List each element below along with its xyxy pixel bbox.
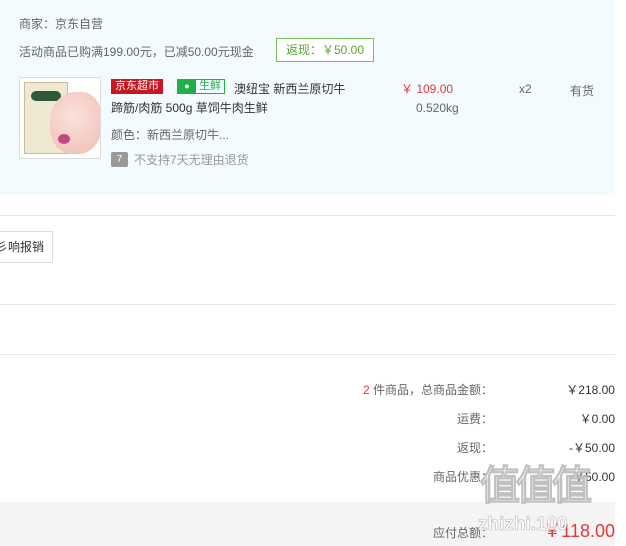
summary-shipping-row: 运费： ￥0.00 [0, 410, 615, 430]
discount-label: 商品优惠： [432, 470, 493, 484]
product-title-line2[interactable]: 蹄筋/肉筋 500g 草饲牛肉生鲜 [111, 99, 268, 116]
items-total-label: 2 件商品，总商品金额： [363, 381, 493, 398]
fish-icon: ● [178, 80, 196, 93]
item-quantity: x2 [519, 82, 532, 96]
jd-supermarket-badge: 京东超市 [111, 79, 163, 94]
total-label: 应付总额： [432, 526, 493, 540]
total-bar: 应付总额： ￥118.00 [0, 502, 615, 546]
return-policy: 7 不支持7天无理由退货 [111, 151, 249, 168]
seller-label: 商家：京东自营 [19, 17, 104, 31]
fresh-badge-label: 生鲜 [199, 80, 221, 92]
promo-text: 活动商品已购满199.00元，已减50.00元现金 [19, 45, 254, 59]
summary-discount-row: 商品优惠： -￥50.00 [0, 468, 615, 488]
items-total-value: ￥218.00 [566, 383, 615, 397]
divider [0, 304, 615, 305]
flower-decoration [58, 134, 70, 144]
unit-price: ￥ 109.00 [401, 82, 454, 96]
divider [0, 215, 615, 216]
invoice-button-label: 彡响报销 [0, 240, 45, 254]
summary-items-row: 2 件商品，总商品金额： ￥218.00 [0, 381, 615, 401]
summary-cashback-row: 返现： -￥50.00 [0, 439, 615, 459]
fresh-badge: ● 生鲜 [177, 79, 225, 94]
product-color: 颜色：新西兰原切牛... [111, 128, 230, 142]
items-count: 2 [362, 383, 370, 397]
product-photo-shape [50, 92, 100, 154]
product-thumbnail[interactable] [19, 77, 101, 159]
items-label-text: 件商品，总商品金额： [372, 383, 493, 397]
discount-value: -￥50.00 [568, 470, 615, 484]
cashback-tag: 返现：￥50.00 [276, 38, 375, 62]
cashback-value: -￥50.00 [568, 441, 615, 455]
total-value: ￥118.00 [543, 521, 615, 541]
store-panel: 商家：京东自营 活动商品已购满199.00元，已减50.00元现金 返现：￥50… [0, 0, 615, 195]
invoice-button[interactable]: 彡响报销 [0, 231, 53, 263]
shipping-value: ￥0.00 [579, 412, 615, 426]
item-weight: 0.520kg [416, 101, 459, 115]
shipping-label: 运费： [456, 412, 493, 426]
product-title-line1[interactable]: 澳纽宝 新西兰原切牛 [234, 80, 345, 97]
stock-status: 有货 [570, 84, 595, 98]
divider [0, 354, 615, 355]
return-policy-text: 不支持7天无理由退货 [134, 153, 249, 167]
cashback-label: 返现： [456, 441, 493, 455]
seven-day-return-icon: 7 [111, 152, 128, 167]
